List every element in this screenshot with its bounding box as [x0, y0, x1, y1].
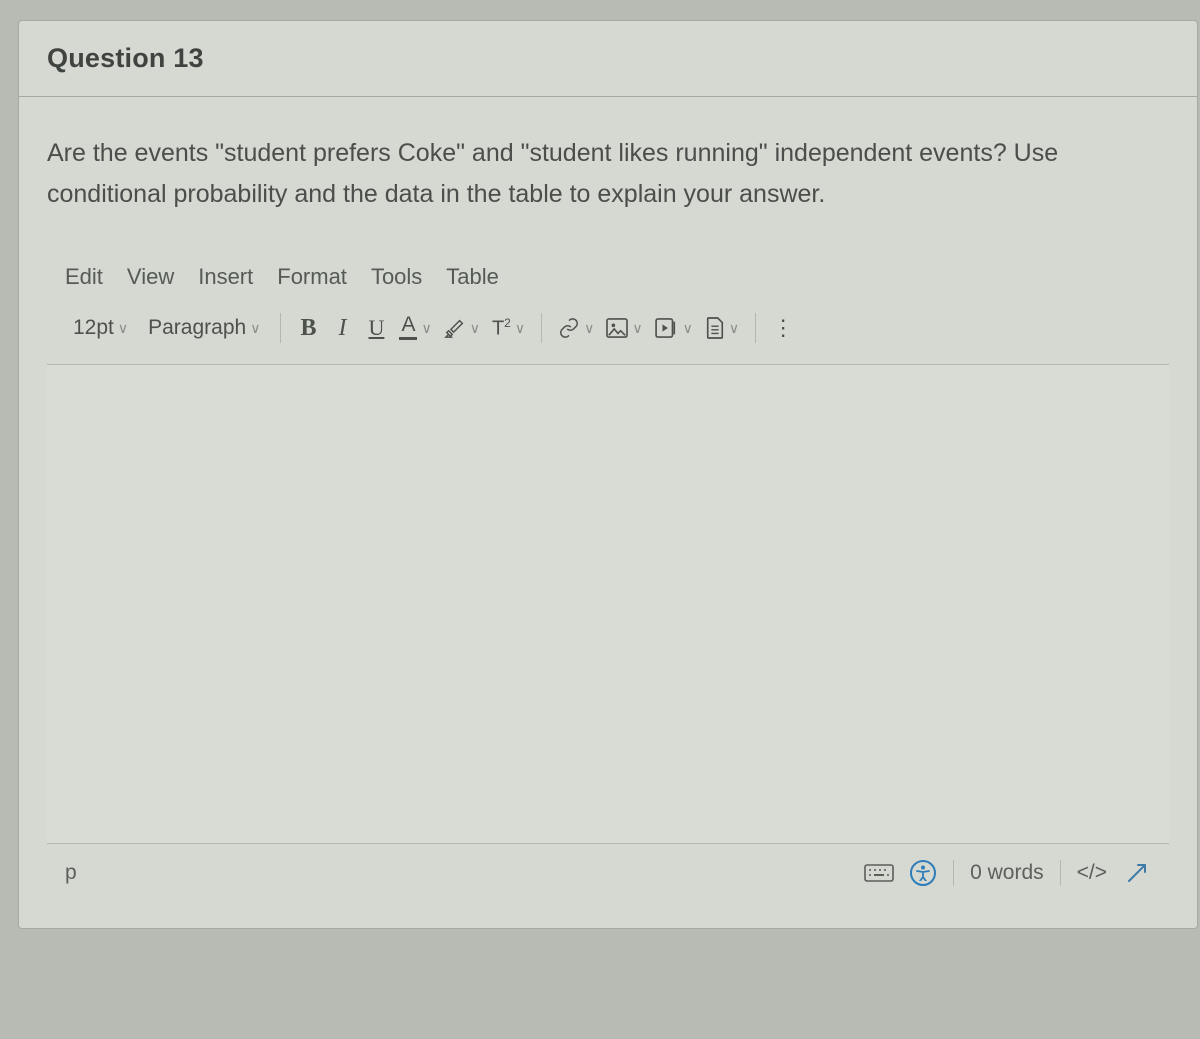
editor-toolbar: 12pt ∨ Paragraph ∨ B I U A ∨: [47, 304, 1169, 364]
link-icon: [558, 317, 580, 339]
more-vertical-icon: ⋮: [772, 315, 794, 341]
question-card: Question 13 Are the events "student pref…: [18, 20, 1198, 929]
insert-link-button[interactable]: ∨: [554, 310, 598, 346]
superscript-icon: T2: [492, 316, 511, 341]
block-format-select[interactable]: Paragraph ∨: [140, 310, 268, 346]
rich-text-editor: Edit View Insert Format Tools Table 12pt…: [47, 258, 1169, 910]
image-icon: [606, 318, 628, 338]
highlight-color-button[interactable]: ∨: [440, 310, 484, 346]
text-color-glyph: A: [401, 316, 415, 335]
insert-media-button[interactable]: ∨: [651, 310, 697, 346]
chevron-down-icon: ∨: [250, 320, 260, 337]
element-path[interactable]: p: [65, 861, 77, 885]
keyboard-icon: [864, 862, 894, 884]
status-divider: [1060, 860, 1061, 886]
status-divider: [953, 860, 954, 886]
editor-content-area[interactable]: [47, 364, 1169, 844]
chevron-down-icon: ∨: [683, 320, 693, 337]
chevron-down-icon: ∨: [515, 320, 525, 337]
text-color-button[interactable]: A ∨: [395, 310, 435, 346]
font-size-select[interactable]: 12pt ∨: [65, 310, 136, 346]
question-prompt: Are the events "student prefers Coke" an…: [47, 133, 1169, 214]
toolbar-divider: [541, 313, 542, 343]
bold-button[interactable]: B: [293, 310, 323, 346]
text-color-icon: A: [399, 316, 417, 340]
menu-view[interactable]: View: [127, 264, 174, 290]
toolbar-divider: [280, 313, 281, 343]
media-icon: [655, 318, 679, 338]
menu-table[interactable]: Table: [446, 264, 499, 290]
question-title: Question 13: [47, 43, 1169, 74]
more-options-button[interactable]: ⋮: [768, 310, 798, 346]
chevron-down-icon: ∨: [118, 320, 128, 337]
word-count: 0 words: [970, 861, 1044, 885]
underline-button[interactable]: U: [361, 310, 391, 346]
editor-menu-bar: Edit View Insert Format Tools Table: [47, 258, 1169, 304]
superscript-button[interactable]: T2 ∨: [488, 310, 529, 346]
html-view-button[interactable]: </>: [1077, 860, 1107, 886]
chevron-down-icon: ∨: [632, 320, 642, 337]
chevron-down-icon: ∨: [584, 320, 594, 337]
insert-document-button[interactable]: ∨: [701, 310, 743, 346]
menu-tools[interactable]: Tools: [371, 264, 422, 290]
block-format-label: Paragraph: [148, 316, 246, 340]
highlight-icon: [444, 317, 466, 339]
question-body: Are the events "student prefers Coke" an…: [19, 97, 1197, 928]
accessibility-button[interactable]: [909, 860, 937, 886]
superscript-base: T: [492, 317, 504, 339]
superscript-exp: 2: [504, 316, 511, 330]
chevron-down-icon: ∨: [729, 320, 739, 337]
menu-insert[interactable]: Insert: [198, 264, 253, 290]
italic-button[interactable]: I: [327, 310, 357, 346]
chevron-down-icon: ∨: [421, 320, 431, 337]
question-header: Question 13: [19, 21, 1197, 97]
status-right: 0 words </>: [865, 860, 1151, 886]
toolbar-divider: [755, 313, 756, 343]
menu-format[interactable]: Format: [277, 264, 347, 290]
editor-status-bar: p 0 words: [47, 844, 1169, 910]
fullscreen-button[interactable]: [1123, 860, 1151, 886]
font-size-label: 12pt: [73, 316, 114, 340]
expand-icon: [1126, 862, 1148, 884]
document-icon: [705, 317, 725, 339]
text-color-bar: [399, 337, 417, 340]
keyboard-button[interactable]: [865, 860, 893, 886]
chevron-down-icon: ∨: [470, 320, 480, 337]
menu-edit[interactable]: Edit: [65, 264, 103, 290]
accessibility-icon: [910, 860, 936, 886]
insert-image-button[interactable]: ∨: [602, 310, 646, 346]
